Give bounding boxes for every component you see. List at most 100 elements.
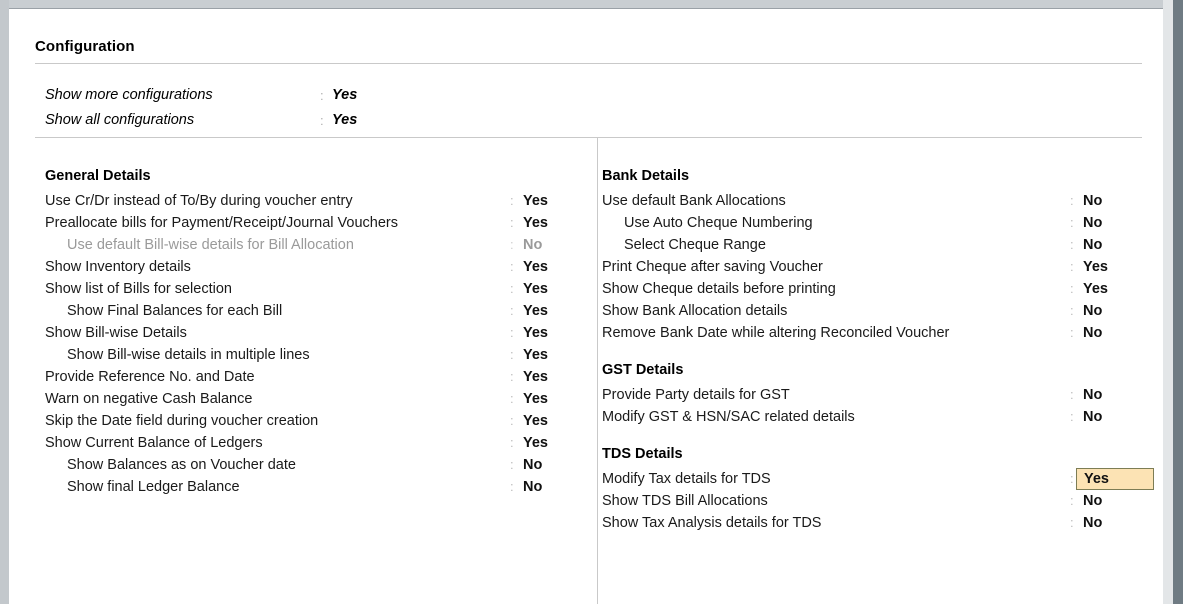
config-option-value[interactable]: Yes (523, 344, 548, 366)
config-option-row[interactable]: Provide Party details for GST: No (592, 384, 1142, 406)
config-option-value[interactable]: Yes (523, 388, 548, 410)
config-option-value[interactable]: Yes (1083, 256, 1108, 278)
config-option-row[interactable]: Show Bill-wise Details: Yes (35, 322, 580, 344)
colon-separator: : (1070, 493, 1074, 508)
config-option-label: Show Bill-wise details in multiple lines (67, 347, 310, 363)
config-option-row[interactable]: Use Auto Cheque Numbering: No (592, 212, 1142, 234)
config-option-row[interactable]: Skip the Date field during voucher creat… (35, 410, 580, 432)
config-option-value[interactable]: No (523, 476, 542, 498)
title-divider (35, 63, 1142, 64)
config-option-value[interactable]: No (1083, 406, 1102, 428)
config-option-label: Provide Reference No. and Date (45, 369, 255, 385)
config-option-row[interactable]: Show Tax Analysis details for TDS: No (592, 512, 1142, 534)
config-option-label: Preallocate bills for Payment/Receipt/Jo… (45, 215, 399, 231)
config-option-value[interactable]: No (1083, 190, 1102, 212)
config-option-row[interactable]: Show more configurations: Yes (35, 83, 455, 108)
config-option-value[interactable]: Yes (523, 212, 548, 234)
config-option-label: Remove Bank Date while altering Reconcil… (602, 325, 950, 341)
config-option-row[interactable]: Show Bank Allocation details: No (592, 300, 1142, 322)
colon-separator: : (1070, 409, 1074, 424)
config-option-label: Show Current Balance of Ledgers (45, 435, 263, 451)
section-heading: GST Details (602, 362, 684, 378)
config-option-value-focused[interactable]: Yes (1076, 468, 1154, 490)
config-option-label: Show TDS Bill Allocations (602, 493, 768, 509)
config-option-value[interactable]: Yes (332, 108, 357, 133)
config-option-row[interactable]: Warn on negative Cash Balance: Yes (35, 388, 580, 410)
config-option-value[interactable]: No (523, 454, 542, 476)
config-option-value[interactable]: Yes (1083, 278, 1108, 300)
config-option-value[interactable]: Yes (332, 83, 357, 108)
colon-separator: : (510, 193, 514, 208)
config-option-value[interactable]: No (1083, 384, 1102, 406)
config-option-row[interactable]: Show Balances as on Voucher date: No (35, 454, 580, 476)
config-option-label: Show Bank Allocation details (602, 303, 788, 319)
colon-separator: : (510, 457, 514, 472)
config-option-row[interactable]: Modify Tax details for TDS: Yes (592, 468, 1154, 490)
config-option-label: Use Auto Cheque Numbering (624, 215, 813, 231)
global-configuration-options: Show more configurations: Yes Show all con… (35, 83, 455, 133)
colon-separator: : (510, 479, 514, 494)
config-option-value[interactable]: No (1083, 234, 1102, 256)
config-option-label: Warn on negative Cash Balance (45, 391, 253, 407)
config-option-value[interactable]: Yes (523, 366, 548, 388)
section-heading: TDS Details (602, 446, 683, 462)
colon-separator: : (510, 435, 514, 450)
colon-separator: : (510, 259, 514, 274)
config-option-row[interactable]: Select Cheque Range: No (592, 234, 1142, 256)
config-option-label: Show Cheque details before printing (602, 281, 836, 297)
colon-separator: : (510, 369, 514, 384)
config-option-row[interactable]: Use Cr/Dr instead of To/By during vouche… (35, 190, 580, 212)
config-option-label: Show more configurations (45, 87, 213, 103)
config-option-label: Modify GST & HSN/SAC related details (602, 409, 855, 425)
config-option-value[interactable]: No (1083, 322, 1102, 344)
config-option-row[interactable]: Show TDS Bill Allocations: No (592, 490, 1142, 512)
config-option-value[interactable]: No (1083, 300, 1102, 322)
colon-separator: : (1070, 303, 1074, 318)
colon-separator: : (320, 88, 324, 103)
config-option-label: Use default Bill-wise details for Bill A… (67, 237, 354, 253)
config-option-value[interactable]: Yes (523, 410, 548, 432)
config-option-row[interactable]: Show Current Balance of Ledgers: Yes (35, 432, 580, 454)
config-option-row[interactable]: Show Inventory details: Yes (35, 256, 580, 278)
config-option-label: Print Cheque after saving Voucher (602, 259, 823, 275)
colon-separator: : (510, 303, 514, 318)
config-option-value[interactable]: Yes (523, 256, 548, 278)
colon-separator: : (1070, 325, 1074, 340)
config-option-value[interactable]: Yes (523, 278, 548, 300)
config-option-row[interactable]: Show Bill-wise details in multiple lines… (35, 344, 580, 366)
section-divider (35, 137, 1142, 138)
config-option-row[interactable]: Show Cheque details before printing: Yes (592, 278, 1142, 300)
config-option-row[interactable]: Show all configurations: Yes (35, 108, 455, 133)
config-option-value[interactable]: No (1083, 512, 1102, 534)
window-frame-right-inner (1163, 0, 1173, 604)
configuration-panel: Configuration Show more configurations: Y… (10, 9, 1163, 604)
config-option-value[interactable]: Yes (523, 190, 548, 212)
config-option-row[interactable]: Show Final Balances for each Bill: Yes (35, 300, 580, 322)
config-option-row: Use default Bill-wise details for Bill A… (35, 234, 580, 256)
colon-separator: : (510, 281, 514, 296)
config-option-row[interactable]: Print Cheque after saving Voucher: Yes (592, 256, 1142, 278)
config-option-label: Show final Ledger Balance (67, 479, 240, 495)
config-option-label: Show Balances as on Voucher date (67, 457, 296, 473)
window-frame-top (9, 0, 1173, 8)
config-option-value[interactable]: No (1083, 490, 1102, 512)
config-option-row[interactable]: Preallocate bills for Payment/Receipt/Jo… (35, 212, 580, 234)
config-option-row[interactable]: Modify GST & HSN/SAC related details: No (592, 406, 1142, 428)
right-column: Bank Details Use default Bank Allocations… (592, 164, 1154, 534)
config-option-value[interactable]: Yes (523, 322, 548, 344)
colon-separator: : (1070, 237, 1074, 252)
config-option-row[interactable]: Provide Reference No. and Date: Yes (35, 366, 580, 388)
config-option-value[interactable]: Yes (523, 300, 548, 322)
colon-separator: : (510, 391, 514, 406)
config-option-row[interactable]: Use default Bank Allocations: No (592, 190, 1142, 212)
config-option-label: Use Cr/Dr instead of To/By during vouche… (45, 193, 353, 209)
colon-separator: : (1070, 281, 1074, 296)
section-heading: General Details (45, 168, 151, 184)
config-option-value[interactable]: No (1083, 212, 1102, 234)
colon-separator: : (1070, 515, 1074, 530)
config-option-value[interactable]: Yes (523, 432, 548, 454)
config-option-row[interactable]: Remove Bank Date while altering Reconcil… (592, 322, 1142, 344)
config-option-label: Provide Party details for GST (602, 387, 790, 403)
config-option-row[interactable]: Show final Ledger Balance: No (35, 476, 580, 498)
config-option-row[interactable]: Show list of Bills for selection: Yes (35, 278, 580, 300)
